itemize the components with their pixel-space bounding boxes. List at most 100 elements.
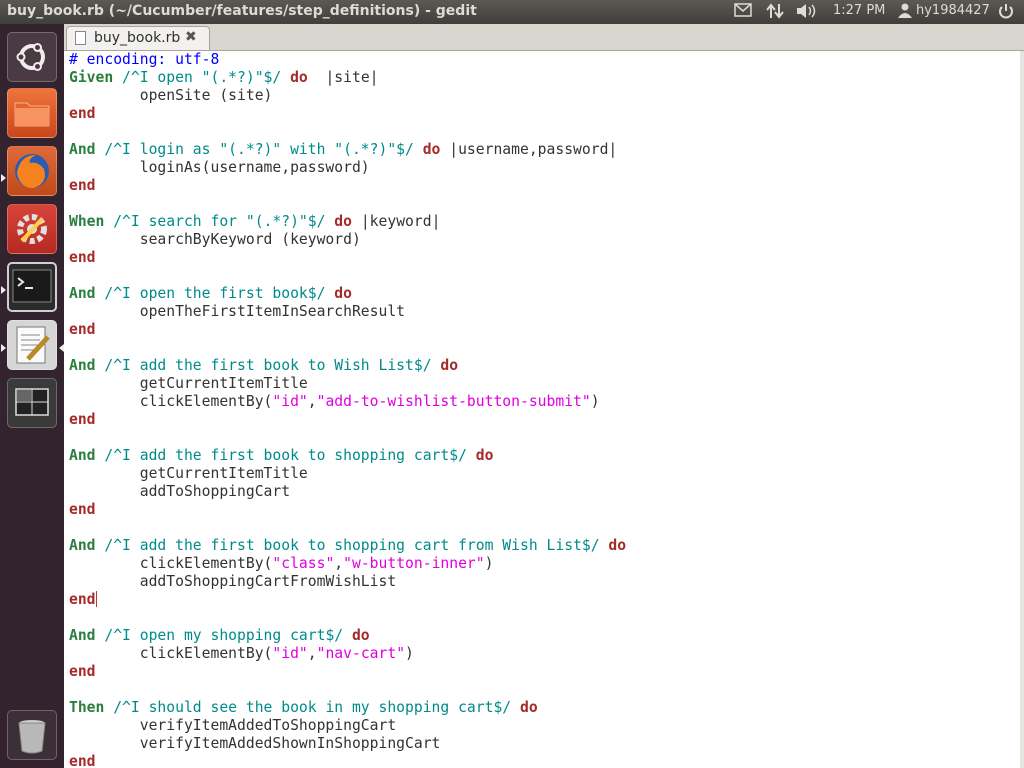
code-line[interactable]: And /^I open my shopping cart$/ do <box>69 627 626 645</box>
scrollbar[interactable] <box>1020 51 1024 768</box>
code-token: do <box>475 447 494 464</box>
code-line[interactable]: And /^I add the first book to Wish List$… <box>69 357 626 375</box>
close-tab-icon[interactable]: ✖ <box>185 29 197 45</box>
code-line[interactable]: getCurrentItemTitle <box>69 465 626 483</box>
trash-button[interactable] <box>7 710 57 760</box>
code-token: clickElementBy( <box>69 393 273 410</box>
code-token: do <box>334 213 352 230</box>
code-line[interactable]: loginAs(username,password) <box>69 159 626 177</box>
code-line[interactable]: Then /^I should see the book in my shopp… <box>69 699 626 717</box>
top-panel: buy_book.rb (~/Cucumber/features/step_de… <box>0 0 1024 24</box>
user-icon[interactable] <box>898 3 912 22</box>
code-line[interactable]: And /^I open the first book$/ do <box>69 285 626 303</box>
code-line[interactable]: And /^I add the first book to shopping c… <box>69 447 626 465</box>
code-line[interactable]: verifyItemAddedShownInShoppingCart <box>69 735 626 753</box>
code-token: openTheFirstItemInSearchResult <box>69 303 406 320</box>
code-token: ) <box>484 555 494 572</box>
code-token: /^I open "(.*?)"$/ <box>113 69 291 86</box>
code-line[interactable]: end <box>69 249 626 267</box>
code-line[interactable] <box>69 123 626 141</box>
code-line[interactable]: end <box>69 105 626 123</box>
clock[interactable]: 1:27 PM <box>833 3 885 18</box>
code-token: clickElementBy( <box>69 645 273 662</box>
code-token: And <box>69 357 96 374</box>
terminal-button[interactable] <box>7 262 57 312</box>
code-content[interactable]: # encoding: utf-8 Given /^I open "(.*?)"$… <box>69 51 626 768</box>
power-icon[interactable] <box>998 3 1014 23</box>
code-line[interactable]: clickElementBy("id","add-to-wishlist-but… <box>69 393 626 411</box>
code-token: verifyItemAddedShownInShoppingCart <box>69 735 441 752</box>
code-token: /^I open the first book$/ <box>95 285 335 302</box>
code-line[interactable]: Given /^I open "(.*?)"$/ do |site| <box>69 69 626 87</box>
code-token: /^I add the first book to Wish List$/ <box>95 357 441 374</box>
code-line[interactable]: end <box>69 591 626 609</box>
code-line[interactable] <box>69 339 626 357</box>
code-line[interactable] <box>69 267 626 285</box>
code-line[interactable]: searchByKeyword (keyword) <box>69 231 626 249</box>
code-line[interactable]: addToShoppingCartFromWishList <box>69 573 626 591</box>
launcher <box>0 24 64 768</box>
code-token: addToShoppingCart <box>69 483 291 500</box>
code-token: When <box>69 213 105 230</box>
code-token: # encoding: utf-8 <box>69 51 220 68</box>
code-token: searchByKeyword (keyword) <box>69 231 361 248</box>
volume-icon[interactable] <box>796 3 818 23</box>
code-token: , <box>334 555 344 572</box>
code-line[interactable]: end <box>69 753 626 768</box>
terminal-icon <box>12 269 52 303</box>
code-line[interactable]: addToShoppingCart <box>69 483 626 501</box>
code-token: end <box>69 105 96 122</box>
code-line[interactable]: end <box>69 411 626 429</box>
code-line[interactable]: clickElementBy("class","w-button-inner") <box>69 555 626 573</box>
code-line[interactable] <box>69 429 626 447</box>
code-line[interactable]: verifyItemAddedToShoppingCart <box>69 717 626 735</box>
mail-icon[interactable] <box>734 3 752 21</box>
code-token: , <box>307 393 317 410</box>
files-button[interactable] <box>7 88 57 138</box>
code-line[interactable] <box>69 195 626 213</box>
code-token: /^I add the first book to shopping cart$… <box>95 447 476 464</box>
code-token: And <box>69 447 96 464</box>
code-line[interactable]: end <box>69 321 626 339</box>
code-editor[interactable]: # encoding: utf-8 Given /^I open "(.*?)"$… <box>64 51 1020 768</box>
firefox-button[interactable] <box>7 146 57 196</box>
network-icon[interactable] <box>766 3 784 23</box>
code-token: do <box>608 537 627 554</box>
code-line[interactable]: end <box>69 501 626 519</box>
code-line[interactable]: openSite (site) <box>69 87 626 105</box>
code-token: ) <box>405 645 414 662</box>
firefox-icon <box>15 154 49 189</box>
dash-button[interactable] <box>7 32 57 82</box>
code-line[interactable] <box>69 519 626 537</box>
code-token: end <box>69 321 96 338</box>
code-token: |keyword| <box>351 213 441 230</box>
code-line[interactable]: And /^I login as "(.*?)" with "(.*?)"$/ … <box>69 141 626 159</box>
code-token: /^I open my shopping cart$/ <box>95 627 352 644</box>
code-line[interactable]: getCurrentItemTitle <box>69 375 626 393</box>
code-line[interactable]: end <box>69 177 626 195</box>
code-token: |username,password| <box>440 141 618 158</box>
workspace-switcher-button[interactable] <box>7 378 57 428</box>
code-line[interactable] <box>69 681 626 699</box>
code-token: end <box>69 663 96 680</box>
code-line[interactable]: When /^I search for "(.*?)"$/ do |keywor… <box>69 213 626 231</box>
code-token: Given <box>69 69 114 86</box>
tab-buy-book[interactable]: buy_book.rb ✖ <box>66 26 210 50</box>
code-line[interactable]: # encoding: utf-8 <box>69 51 626 69</box>
code-token: end <box>69 753 96 768</box>
system-settings-button[interactable] <box>7 204 57 254</box>
code-line[interactable]: openTheFirstItemInSearchResult <box>69 303 626 321</box>
code-token: Then <box>69 699 105 716</box>
code-line[interactable]: And /^I add the first book to shopping c… <box>69 537 626 555</box>
code-token: "id" <box>272 393 308 410</box>
gedit-button[interactable] <box>7 320 57 370</box>
code-token: And <box>69 627 96 644</box>
code-token: "nav-cart" <box>316 645 406 662</box>
user-name[interactable]: hy1984427 <box>916 3 990 18</box>
code-token: end <box>69 177 96 194</box>
code-line[interactable]: end <box>69 663 626 681</box>
code-token: end <box>69 501 96 518</box>
code-line[interactable]: clickElementBy("id","nav-cart") <box>69 645 626 663</box>
code-token: openSite (site) <box>69 87 273 104</box>
code-line[interactable] <box>69 609 626 627</box>
